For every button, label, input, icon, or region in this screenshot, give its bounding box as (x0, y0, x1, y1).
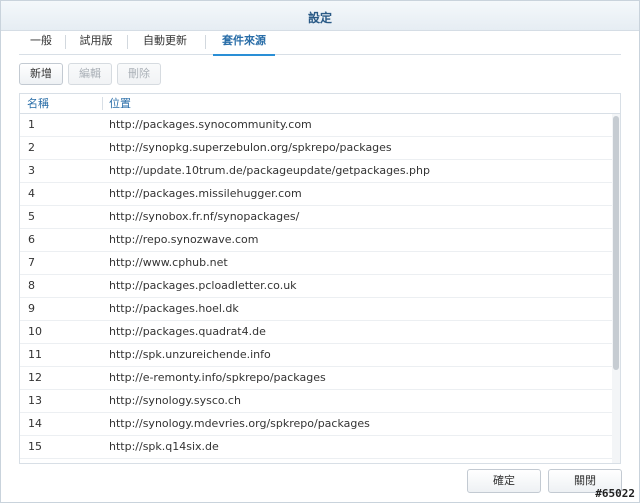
cell-location: http://repo.synozwave.com (109, 233, 259, 246)
package-sources-table: 名稱 位置 1 http://packages.synocommunity.co… (19, 93, 621, 464)
table-row[interactable]: 6 http://repo.synozwave.com (20, 229, 612, 252)
table-row[interactable]: 14 http://synology.mdevries.org/spkrepo/… (20, 413, 612, 436)
cell-location: http://update.10trum.de/packageupdate/ge… (109, 164, 430, 177)
cell-name: 5 (28, 210, 35, 223)
cell-name: 6 (28, 233, 35, 246)
tab-separator (127, 35, 128, 49)
cell-name: 15 (28, 440, 42, 453)
cell-location: http://packages.missilehugger.com (109, 187, 302, 200)
cell-location: http://packages.quadrat4.de (109, 325, 266, 338)
cell-location: http://packages.hoel.dk (109, 302, 239, 315)
column-separator (102, 97, 103, 110)
cell-location: http://e-remonty.info/spkrepo/packages (109, 371, 326, 384)
table-row[interactable]: 1 http://packages.synocommunity.com (20, 114, 612, 137)
table-row[interactable]: 13 http://synology.sysco.ch (20, 390, 612, 413)
tab-bar: 一般 試用版 自動更新 套件來源 (19, 31, 621, 56)
cell-name: 8 (28, 279, 35, 292)
add-button[interactable]: 新增 (19, 63, 63, 85)
cell-location: http://synobox.fr.nf/synopackages/ (109, 210, 300, 223)
table-row[interactable]: 15 http://spk.q14six.de (20, 436, 612, 459)
table-header: 名稱 位置 (20, 94, 620, 114)
cell-location: http://spk.q14six.de (109, 440, 219, 453)
cell-location: http://packages.pcloadletter.co.uk (109, 279, 297, 292)
table-row[interactable]: 11 http://spk.unzureichende.info (20, 344, 612, 367)
cell-name: 13 (28, 394, 42, 407)
tab-separator (65, 35, 66, 49)
tab-trial[interactable]: 試用版 (71, 31, 121, 54)
cell-name: 12 (28, 371, 42, 384)
cell-name: 7 (28, 256, 35, 269)
table-row[interactable]: 5 http://synobox.fr.nf/synopackages/ (20, 206, 612, 229)
scrollbar-thumb[interactable] (613, 116, 619, 370)
vertical-scrollbar[interactable] (612, 114, 620, 463)
ok-button[interactable]: 確定 (467, 469, 541, 493)
cell-location: http://packages.synocommunity.com (109, 118, 312, 131)
cell-name: 14 (28, 417, 42, 430)
table-row[interactable]: 4 http://packages.missilehugger.com (20, 183, 612, 206)
tab-separator (205, 35, 206, 49)
table-body: 1 http://packages.synocommunity.com 2 ht… (20, 114, 612, 463)
cell-name: 3 (28, 164, 35, 177)
table-row[interactable]: 10 http://packages.quadrat4.de (20, 321, 612, 344)
tab-auto-update[interactable]: 自動更新 (131, 31, 199, 54)
settings-dialog: 設定 一般 試用版 自動更新 套件來源 新增 編輯 刪除 名稱 位置 1 htt… (0, 0, 640, 503)
edit-button[interactable]: 編輯 (68, 63, 112, 85)
table-row[interactable]: 2 http://synopkg.superzebulon.org/spkrep… (20, 137, 612, 160)
table-row[interactable]: 12 http://e-remonty.info/spkrepo/package… (20, 367, 612, 390)
table-row[interactable]: 9 http://packages.hoel.dk (20, 298, 612, 321)
cell-location: http://synology.mdevries.org/spkrepo/pac… (109, 417, 370, 430)
cell-name: 1 (28, 118, 35, 131)
cell-name: 10 (28, 325, 42, 338)
cell-name: 11 (28, 348, 42, 361)
cell-location: http://synology.sysco.ch (109, 394, 241, 407)
cell-location: http://www.cphub.net (109, 256, 228, 269)
dialog-footer: 確定 關閉 (1, 469, 639, 503)
tab-package-sources[interactable]: 套件來源 (209, 31, 279, 56)
column-header-location[interactable]: 位置 (109, 94, 131, 113)
table-row[interactable]: 7 http://www.cphub.net (20, 252, 612, 275)
cell-location: http://synopkg.superzebulon.org/spkrepo/… (109, 141, 392, 154)
cell-name: 9 (28, 302, 35, 315)
cell-name: 2 (28, 141, 35, 154)
cell-name: 4 (28, 187, 35, 200)
watermark-text: #65022 (595, 487, 635, 500)
title-bar[interactable]: 設定 (1, 1, 639, 31)
dialog-title: 設定 (307, 11, 332, 25)
tab-general[interactable]: 一般 (23, 31, 59, 54)
cell-location: http://spk.unzureichende.info (109, 348, 271, 361)
column-header-name[interactable]: 名稱 (27, 94, 49, 113)
table-row[interactable]: 3 http://update.10trum.de/packageupdate/… (20, 160, 612, 183)
table-row[interactable]: 8 http://packages.pcloadletter.co.uk (20, 275, 612, 298)
delete-button[interactable]: 刪除 (117, 63, 161, 85)
